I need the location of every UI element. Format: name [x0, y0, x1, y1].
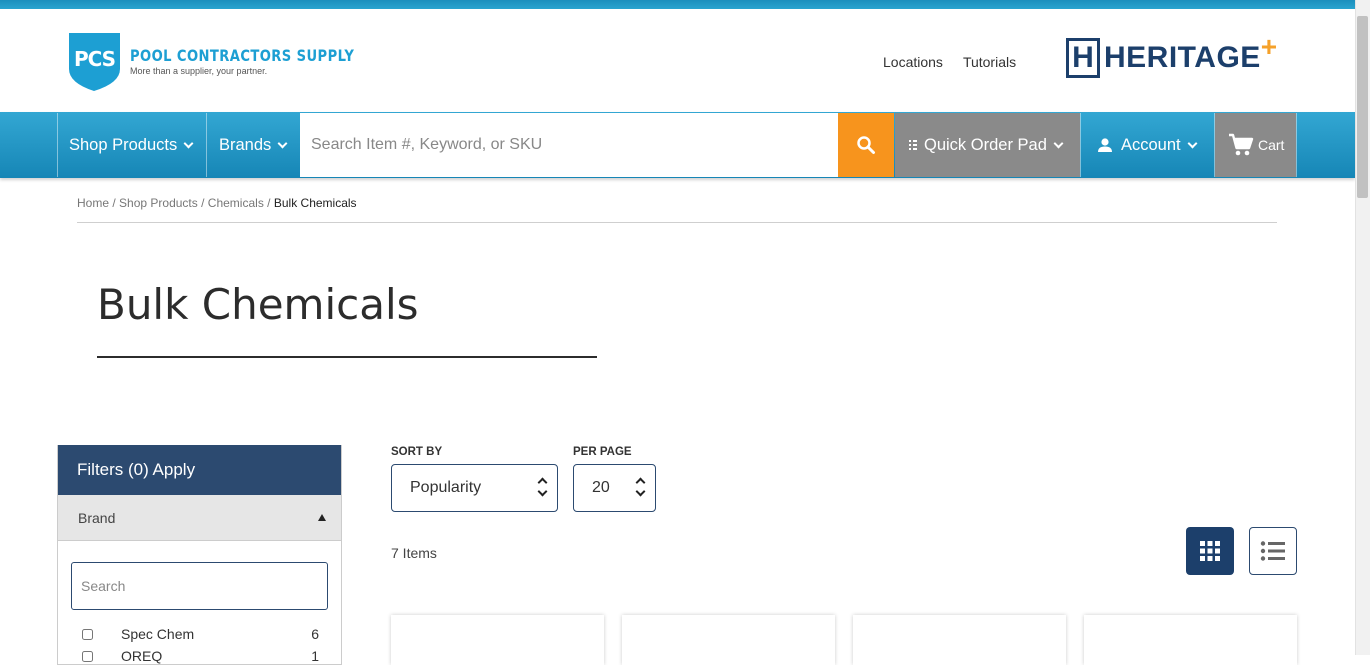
- filters-apply-header[interactable]: Filters (0) Apply: [58, 445, 341, 495]
- search-icon: [857, 136, 875, 154]
- scrollbar-thumb[interactable]: [1357, 16, 1368, 198]
- collapse-up-icon: [318, 514, 326, 521]
- select-arrows-icon: [635, 475, 646, 501]
- chevron-down-icon: [183, 138, 194, 148]
- heritage-logo[interactable]: H HERITAGE +: [1066, 31, 1277, 78]
- breadcrumb-separator: /: [201, 196, 205, 210]
- heritage-mark: H: [1072, 41, 1094, 74]
- heritage-plus-icon: +: [1260, 31, 1278, 62]
- page-title: Bulk Chemicals: [97, 280, 419, 329]
- site-header: PCS POOL CONTRACTORS SUPPLY More than a …: [0, 9, 1355, 112]
- shop-products-menu[interactable]: Shop Products: [69, 113, 194, 177]
- brand-checkbox[interactable]: [82, 628, 93, 640]
- quick-order-pad-menu[interactable]: Quick Order Pad: [895, 113, 1080, 177]
- sort-by-value: Popularity: [410, 479, 482, 496]
- brand-filter-label: Brand: [78, 509, 116, 526]
- breadcrumb-chemicals[interactable]: Chemicals: [208, 196, 264, 210]
- items-count: 7 Items: [391, 545, 437, 561]
- chevron-down-icon: [1053, 138, 1064, 148]
- quick-order-pad-label: Quick Order Pad: [924, 135, 1047, 154]
- chevron-down-icon: [277, 138, 288, 148]
- title-underline: [97, 356, 597, 358]
- product-card[interactable]: [1084, 615, 1297, 665]
- account-menu[interactable]: Account: [1097, 113, 1198, 177]
- per-page-value: 20: [592, 479, 610, 496]
- locations-link[interactable]: Locations: [883, 54, 943, 70]
- list-icon: [1260, 541, 1285, 561]
- breadcrumb: Home / Shop Products / Chemicals / Bulk …: [77, 196, 357, 210]
- heritage-h-icon: H: [1066, 38, 1100, 78]
- page-scrollbar[interactable]: [1355, 0, 1370, 655]
- chevron-down-icon: [1187, 138, 1198, 148]
- nav-divider: [206, 113, 207, 177]
- cart-label: Cart: [1258, 137, 1285, 153]
- brand-option-count: 1: [311, 648, 319, 664]
- per-page-label: PER PAGE: [573, 446, 632, 458]
- cart-icon: [1229, 133, 1254, 156]
- cart-button[interactable]: Cart: [1215, 113, 1296, 177]
- brand-checkbox[interactable]: [82, 650, 93, 662]
- sort-by-label: SORT BY: [391, 446, 443, 458]
- breadcrumb-current: Bulk Chemicals: [273, 196, 357, 210]
- nav-divider: [1296, 113, 1297, 177]
- per-page-select[interactable]: 20: [573, 464, 656, 512]
- shop-products-label: Shop Products: [69, 135, 178, 154]
- search-button[interactable]: [838, 113, 894, 177]
- brand-search-input[interactable]: [71, 562, 328, 610]
- product-card[interactable]: [853, 615, 1066, 665]
- breadcrumb-divider: [77, 222, 1277, 223]
- pcs-shield-icon: PCS: [66, 29, 123, 93]
- grid-view-button[interactable]: [1186, 527, 1234, 575]
- brand-filter-toggle[interactable]: Brand: [58, 495, 341, 541]
- grid-icon: [1200, 541, 1220, 561]
- account-label: Account: [1121, 135, 1181, 154]
- brand-option-count: 6: [311, 626, 319, 642]
- pcs-logo-mark: PCS: [73, 47, 116, 71]
- brand-option-name: Spec Chem: [121, 626, 195, 642]
- breadcrumb-separator: /: [112, 196, 116, 210]
- breadcrumb-separator: /: [267, 196, 271, 210]
- brands-menu[interactable]: Brands: [219, 113, 288, 177]
- breadcrumb-home[interactable]: Home: [77, 196, 109, 210]
- select-arrows-icon: [537, 475, 548, 501]
- product-card[interactable]: [622, 615, 835, 665]
- brand-filter-option[interactable]: OREQ 1: [82, 648, 319, 664]
- product-card[interactable]: [391, 615, 604, 665]
- breadcrumb-shop-products[interactable]: Shop Products: [119, 196, 198, 210]
- logo-name: POOL CONTRACTORS SUPPLY: [130, 46, 355, 65]
- search-input[interactable]: [300, 113, 838, 177]
- tutorials-link[interactable]: Tutorials: [963, 54, 1016, 70]
- sort-by-select[interactable]: Popularity: [391, 464, 558, 512]
- top-accent-strip: [0, 0, 1355, 9]
- logo-tagline: More than a supplier, your partner.: [130, 66, 268, 76]
- list-small-icon: [909, 140, 917, 150]
- heritage-wordmark: HERITAGE: [1104, 41, 1261, 74]
- nav-divider: [1080, 113, 1081, 177]
- brand-filter-option[interactable]: Spec Chem 6: [82, 626, 319, 642]
- user-icon: [1098, 138, 1112, 152]
- brand-option-name: OREQ: [121, 648, 163, 664]
- nav-divider: [57, 113, 58, 177]
- brands-label: Brands: [219, 135, 272, 154]
- filters-panel: Filters (0) Apply Brand Spec Chem 6 OREQ…: [57, 445, 342, 665]
- pcs-logo[interactable]: PCS POOL CONTRACTORS SUPPLY More than a …: [66, 29, 403, 93]
- main-navbar: Shop Products Brands Quick Order Pad Acc…: [0, 112, 1355, 178]
- list-view-button[interactable]: [1249, 527, 1297, 575]
